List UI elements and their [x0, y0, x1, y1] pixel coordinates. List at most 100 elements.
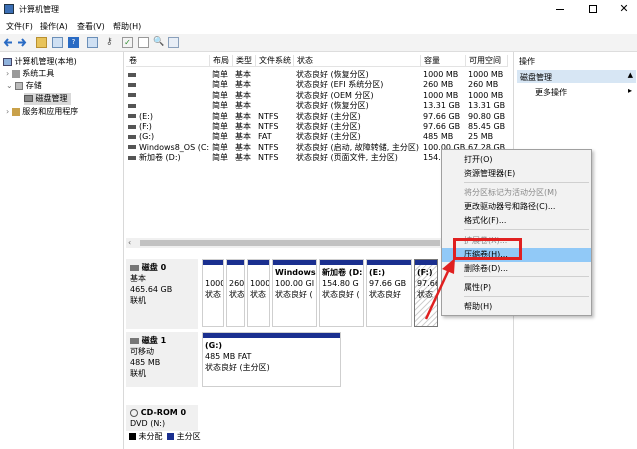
partition-line: Windows [275, 268, 316, 277]
back-icon[interactable] [3, 37, 14, 48]
tree-item-storage[interactable]: ⌄ 存储 [6, 80, 42, 92]
col-status[interactable]: 状态 [294, 55, 421, 67]
menu-separator [464, 276, 589, 277]
disk0-partition[interactable]: 260 状态 [226, 259, 245, 327]
chevron-right-icon: ▸ [627, 86, 632, 95]
tree-item-root[interactable]: 计算机管理(本地) [3, 56, 77, 68]
disk-0-label[interactable]: 磁盘 0 基本 465.64 GB 联机 [126, 259, 198, 329]
scroll-left-icon[interactable]: ‹ [128, 238, 131, 247]
col-filesystem[interactable]: 文件系统 [256, 55, 294, 67]
cdrom-0-label[interactable]: CD-ROM 0 DVD (N:) [126, 405, 198, 431]
menu-help[interactable]: 帮助(H) [113, 21, 141, 32]
menu-file[interactable]: 文件(F) [6, 21, 33, 32]
key-icon[interactable]: ⚷ [106, 37, 117, 48]
context-menu-item[interactable]: 更改驱动器号和路径(C)... [442, 200, 591, 214]
legend-swatch-primary [167, 433, 175, 440]
partition-line [250, 267, 267, 278]
console-tree-icon[interactable] [52, 37, 63, 48]
properties-icon[interactable] [168, 37, 179, 48]
context-menu-item[interactable]: 删除卷(D)... [442, 262, 591, 276]
actions-more[interactable]: 更多操作 ▸ [517, 86, 636, 98]
chevron-down-icon[interactable]: ⌄ [6, 81, 13, 90]
forward-icon[interactable] [16, 37, 27, 48]
disk0-partition[interactable]: (E:) 97.66 GB 状态良好 [366, 259, 412, 327]
partition-text: 新加卷 (D:) 154.80 G 状态良好 ( [320, 265, 363, 302]
tree-item-system-tools[interactable]: › 系统工具 [6, 68, 54, 80]
disk0-partition[interactable]: 1000 状态 [202, 259, 224, 327]
menu-separator [464, 229, 589, 230]
new-document-icon[interactable] [138, 37, 149, 48]
help-icon[interactable]: ? [68, 37, 79, 48]
partition-text: 260 状态 [227, 265, 244, 302]
disk0-partition[interactable]: 1000 状态 [247, 259, 270, 327]
disk-icon [130, 264, 139, 271]
volume-cell-name [128, 69, 209, 80]
partition-g[interactable]: (G:) 485 MB FAT 状态良好 (主分区) [202, 332, 341, 387]
volume-cell-cap: 260 MB [423, 80, 454, 90]
context-menu-item[interactable]: 资源管理器(E) [442, 167, 591, 181]
folder-icon[interactable] [36, 37, 47, 48]
tree-item-disk-management[interactable]: 磁盘管理 [24, 93, 71, 105]
volume-cell-status: 状态良好 (主分区) [296, 132, 361, 142]
partition-line: 100.00 GI [275, 279, 315, 288]
volume-cell-cap: 1000 MB [423, 70, 459, 79]
volume-row[interactable]: (G:) 简单 基本 FAT 状态良好 (主分区) 485 MB 25 MB [126, 131, 508, 142]
list-view-icon[interactable] [87, 37, 98, 48]
volume-row[interactable]: 简单 基本 状态良好 (恢复分区) 13.31 GB 13.31 GB [126, 100, 508, 111]
col-type[interactable]: 类型 [233, 55, 256, 67]
volume-row[interactable]: (F:) 简单 基本 NTFS 状态良好 (主分区) 97.66 GB 85.45 GB [126, 121, 508, 132]
volume-cell-status: 状态良好 (主分区) [296, 111, 361, 121]
volume-cell-fs: FAT [258, 132, 272, 142]
col-capacity[interactable]: 容量 [421, 55, 466, 67]
menu-view[interactable]: 查看(V) [77, 21, 105, 32]
collapse-up-icon[interactable]: ▲ [628, 71, 633, 79]
volume-icon [128, 145, 136, 150]
volume-row[interactable]: (E:) 简单 基本 NTFS 状态良好 (主分区) 97.66 GB 90.80 GB [126, 111, 508, 122]
chevron-right-icon[interactable]: › [6, 107, 9, 116]
volume-cell-cap: 97.66 GB [423, 111, 461, 121]
minimize-button[interactable] [553, 3, 567, 15]
close-button[interactable]: ✕ [617, 2, 631, 16]
col-volume[interactable]: 卷 [126, 55, 210, 67]
legend-swatch-unallocated [129, 433, 136, 440]
volume-cell-fs: NTFS [258, 142, 279, 152]
chevron-right-icon[interactable]: › [6, 69, 9, 78]
tree-item-services[interactable]: › 服务和应用程序 [6, 106, 78, 118]
disk0-partition[interactable]: 新加卷 (D:) 154.80 G 状态良好 ( [319, 259, 364, 327]
volume-row[interactable]: 简单 基本 状态良好 (恢复分区) 1000 MB 1000 MB [126, 69, 508, 80]
computer-icon [3, 57, 12, 66]
col-layout[interactable]: 布局 [210, 55, 233, 67]
search-icon[interactable]: 🔍 [153, 37, 164, 48]
partition-text: Windows 100.00 GI 状态良好 ( [273, 265, 316, 302]
volume-cell-name [128, 79, 209, 90]
maximize-button[interactable] [587, 3, 599, 15]
volume-row[interactable]: 简单 基本 状态良好 (OEM 分区) 1000 MB 1000 MB [126, 90, 508, 101]
volume-cell-layout: 简单 [212, 132, 228, 142]
partition-line: 154.80 G [322, 279, 359, 288]
context-menu-item[interactable]: 帮助(H) [442, 300, 591, 314]
actions-title: 操作 [519, 57, 535, 66]
volume-icon [128, 93, 136, 98]
context-menu-item[interactable]: 打开(O) [442, 153, 591, 167]
volume-cell-layout: 简单 [212, 80, 228, 90]
volume-cell-type: 基本 [235, 122, 251, 131]
context-menu-item[interactable]: 格式化(F)... [442, 214, 591, 228]
volume-cell-status: 状态良好 (启动, 故障转储, 主分区) [296, 142, 419, 152]
col-free[interactable]: 可用空间 [466, 55, 508, 67]
volume-cell-cap: 97.66 GB [423, 122, 461, 131]
context-menu-item[interactable]: 将分区标记为活动分区(M) [442, 186, 591, 200]
check-icon[interactable]: ✓ [122, 37, 133, 48]
volume-cell-name [128, 100, 209, 111]
context-menu-item[interactable]: 属性(P) [442, 281, 591, 295]
volume-cell-name: (E:) [128, 111, 209, 122]
disk-1-label[interactable]: 磁盘 1 可移动 485 MB 联机 [126, 332, 198, 387]
menu-action[interactable]: 操作(A) [40, 21, 68, 32]
volume-cell-type: 基本 [235, 132, 251, 142]
disk0-partition[interactable]: Windows 100.00 GI 状态良好 ( [272, 259, 317, 327]
partition-line: 状态 [229, 290, 245, 299]
scrollbar-thumb[interactable] [140, 240, 440, 246]
volume-cell-fs: NTFS [258, 111, 279, 121]
actions-section-disk-management[interactable]: 磁盘管理 ▲ [517, 70, 636, 83]
volume-row[interactable]: 简单 基本 状态良好 (EFI 系统分区) 260 MB 260 MB [126, 79, 508, 90]
window-title: 计算机管理 [19, 5, 59, 14]
